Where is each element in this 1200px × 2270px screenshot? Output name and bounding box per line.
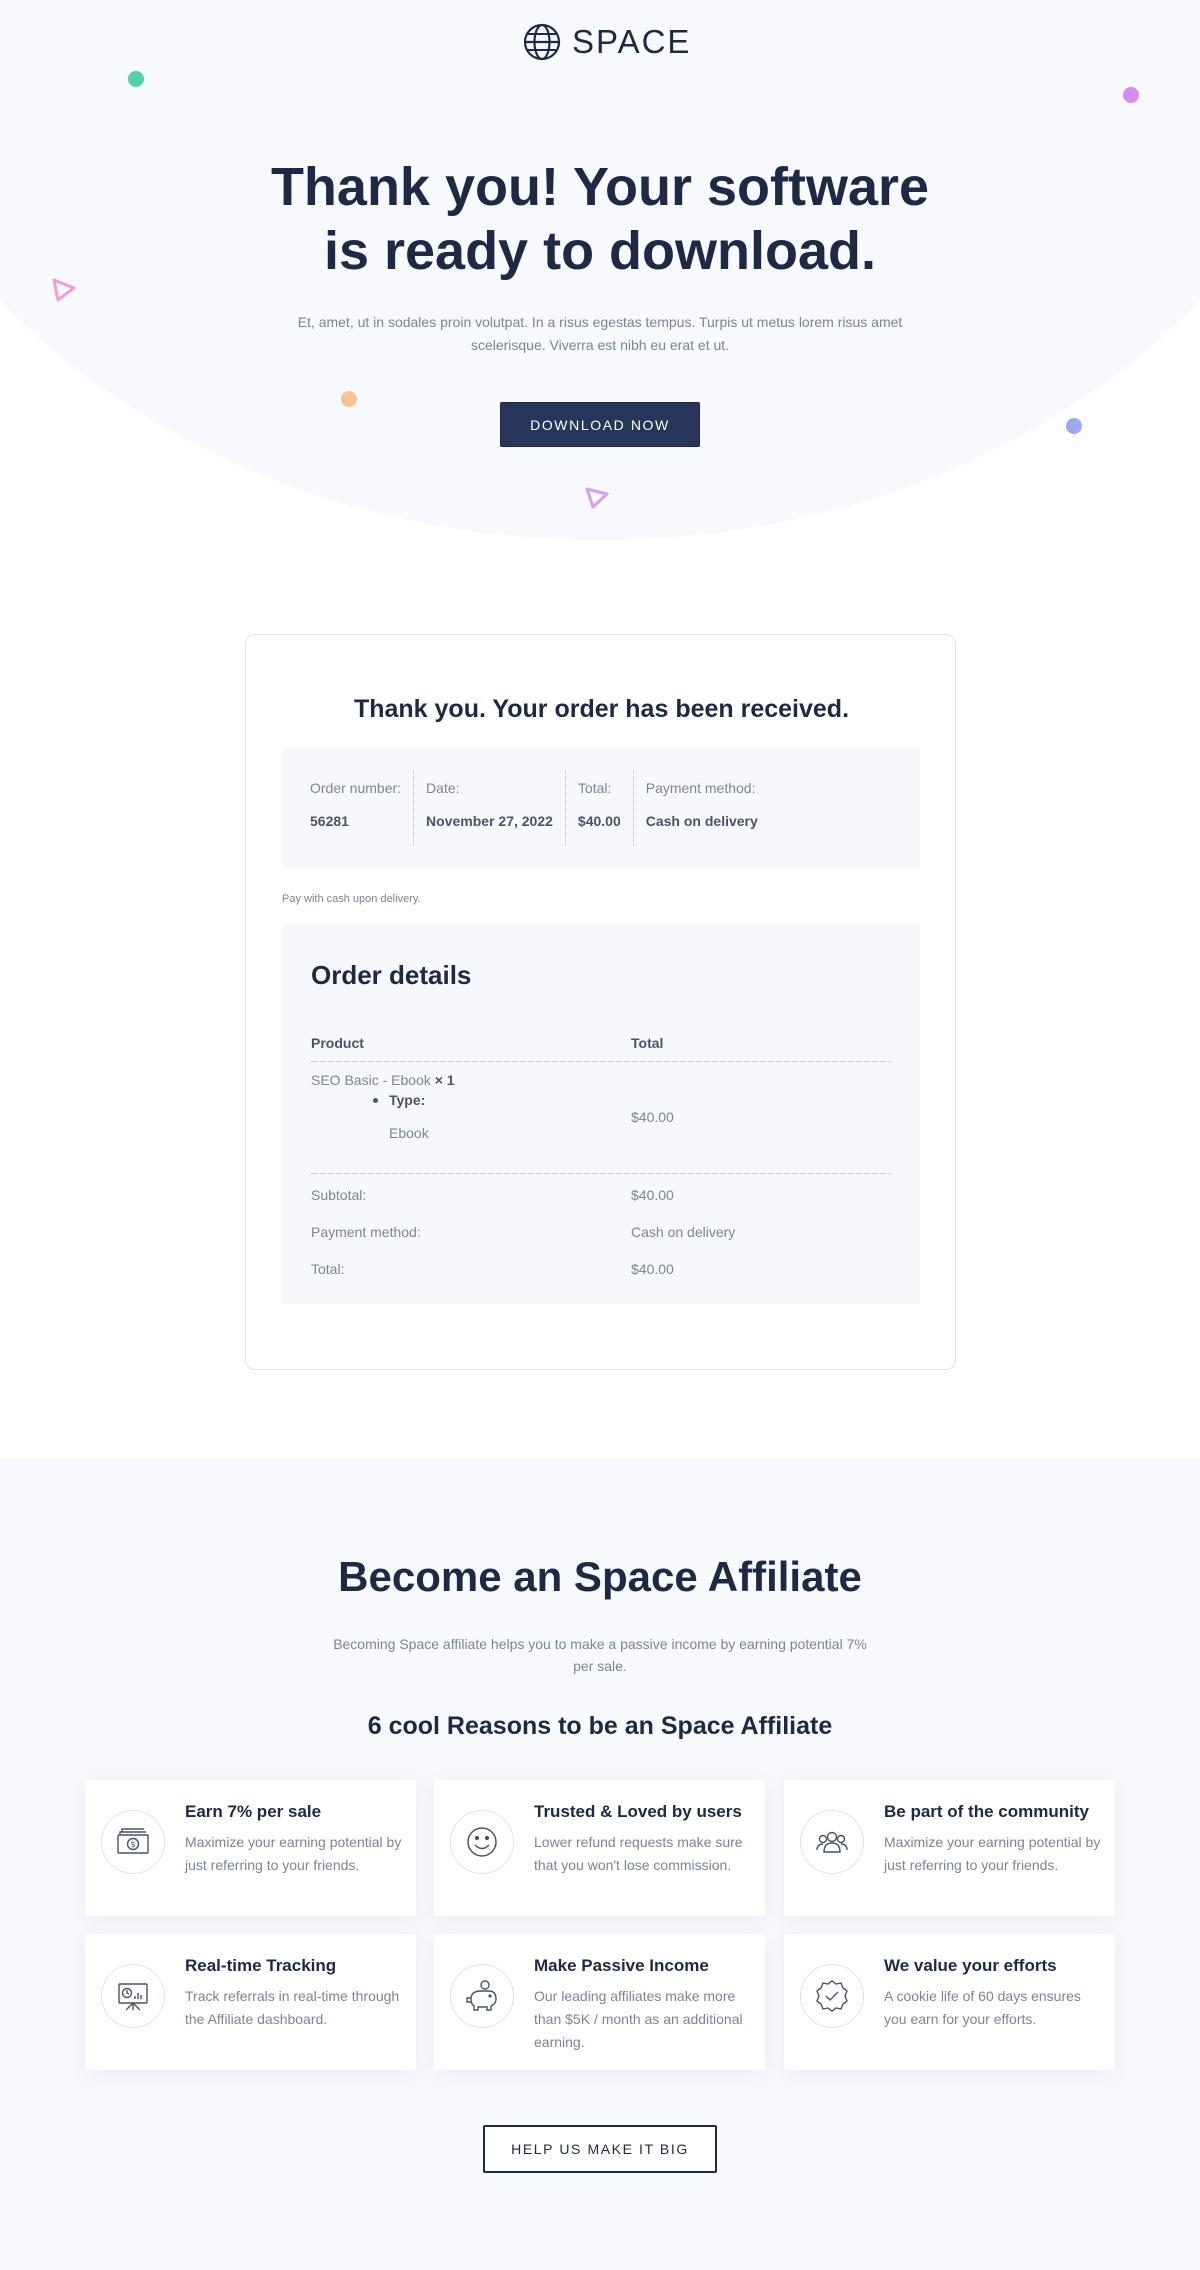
product-meta-value: Ebook (389, 1125, 429, 1141)
decor-dot-teal (128, 71, 144, 87)
decor-triangle-purple (585, 487, 609, 509)
subtotal-value: $40.00 (631, 1187, 674, 1203)
feature-card-passive-income: Make Passive Income Our leading affiliat… (434, 1934, 765, 2070)
piggy-bank-icon (466, 1980, 497, 2011)
affiliate-section: Become an Space Affiliate Becoming Space… (0, 1458, 1200, 2270)
order-details-title: Order details (311, 960, 472, 990)
feature-title: Trusted & Loved by users (534, 1802, 742, 1821)
feature-title: Be part of the community (884, 1802, 1089, 1821)
feature-title: Real-time Tracking (185, 1956, 337, 1975)
order-number-label: Order number: (310, 780, 402, 796)
table-divider (311, 1173, 891, 1174)
product-meta-key: Type: (389, 1092, 426, 1108)
product-name-link[interactable]: SEO Basic - Ebook (311, 1072, 431, 1088)
feature-icon-wrapper: $ (101, 1810, 165, 1874)
payment-note: Pay with cash upon delivery. (282, 893, 421, 905)
order-overview: Order number: 56281 Date: November 27, 2… (282, 748, 920, 868)
hero-section: SPACE Thank you! Your software is ready … (0, 0, 1200, 545)
total-label: Total: (311, 1261, 345, 1277)
brand-logo[interactable]: SPACE (522, 22, 691, 62)
help-us-make-it-big-button[interactable]: HELP US MAKE IT BIG (483, 2125, 717, 2173)
order-payment-value: Cash on delivery (645, 813, 758, 829)
order-total-value: $40.00 (577, 813, 621, 829)
money-icon: $ (117, 1828, 149, 1854)
feature-icon-wrapper (101, 1964, 165, 2028)
payment-method-value: Cash on delivery (631, 1224, 736, 1240)
order-received-title: Thank you. Your order has been received. (353, 695, 850, 723)
smiley-icon (467, 1827, 497, 1857)
affiliate-reasons-title: 6 cool Reasons to be an Space Affiliate (367, 1712, 833, 1740)
badge-check-icon (816, 1980, 848, 2012)
order-date-field: Date: November 27, 2022 (413, 770, 565, 845)
feature-card-value-efforts: We value your efforts A cookie life of 6… (784, 1934, 1115, 2070)
download-now-button[interactable]: DOWNLOAD NOW (500, 402, 700, 447)
order-number-value: 56281 (310, 813, 349, 829)
column-header-product: Product (311, 1035, 364, 1051)
order-received-card: Thank you. Your order has been received.… (245, 634, 956, 1370)
hero-title-line2: is ready to download. (323, 221, 877, 281)
tracking-board-icon (118, 1983, 148, 2011)
community-icon (816, 1831, 848, 1853)
table-row-product-name: SEO Basic - Ebook × 1 (311, 1072, 455, 1088)
decor-dot-purple (1123, 87, 1139, 103)
feature-icon-wrapper (450, 1810, 514, 1874)
feature-description: Track referrals in real-time through the… (185, 1988, 400, 2027)
decor-triangle-pink (52, 278, 76, 302)
feature-icon-wrapper (800, 1810, 864, 1874)
feature-title: Make Passive Income (534, 1956, 709, 1975)
affiliate-title: Become an Space Affiliate (338, 1553, 862, 1600)
decor-dot-blue (1066, 418, 1082, 434)
feature-description: Our leading affiliates make more than $5… (534, 1988, 743, 2050)
feature-title: Earn 7% per sale (185, 1802, 322, 1821)
feature-card-tracking: Real-time Tracking Track referrals in re… (85, 1934, 416, 2070)
order-total-label: Total: (577, 780, 612, 796)
total-value: $40.00 (631, 1261, 674, 1277)
subtotal-label: Subtotal: (311, 1187, 367, 1203)
feature-icon-wrapper (800, 1964, 864, 2028)
decor-dot-orange (341, 391, 357, 407)
meta-bullet (373, 1098, 378, 1103)
hero-subtitle: Et, amet, ut in sodales proin volutpat. … (297, 314, 903, 353)
column-header-total: Total (631, 1035, 664, 1051)
product-line-total: $40.00 (631, 1109, 674, 1125)
order-details: Order details Product Total SEO Basic - … (282, 924, 920, 1304)
brand-name: SPACE (572, 23, 692, 60)
feature-description: Maximize your earning potential by just … (884, 1834, 1101, 1873)
feature-card-trusted: Trusted & Loved by users Lower refund re… (434, 1780, 765, 1916)
table-divider (311, 1061, 891, 1062)
affiliate-subtitle: Becoming Space affiliate helps you to ma… (333, 1636, 867, 1674)
order-total-field: Total: $40.00 (564, 770, 633, 845)
hero-title: Thank you! Your software is ready to dow… (200, 155, 1000, 283)
product-quantity: × 1 (434, 1072, 455, 1088)
globe-icon (523, 23, 561, 61)
order-payment-label: Payment method: (645, 780, 756, 796)
order-date-label: Date: (426, 780, 460, 796)
feature-card-earn: $ Earn 7% per sale Maximize your earning… (85, 1780, 416, 1916)
order-date-value: November 27, 2022 (426, 813, 553, 829)
payment-method-label: Payment method: (311, 1224, 421, 1240)
feature-description: A cookie life of 60 days ensures you ear… (884, 1988, 1081, 2027)
order-number-field: Order number: 56281 (310, 770, 413, 845)
svg-text:$: $ (130, 1840, 135, 1849)
hero-title-line1: Thank you! Your software (270, 157, 930, 217)
feature-title: We value your efforts (884, 1956, 1057, 1975)
feature-card-community: Be part of the community Maximize your e… (784, 1780, 1115, 1916)
feature-description: Maximize your earning potential by just … (185, 1834, 402, 1873)
feature-icon-wrapper (450, 1964, 514, 2028)
order-payment-field: Payment method: Cash on delivery (632, 770, 770, 845)
feature-description: Lower refund requests make sure that you… (534, 1834, 743, 1873)
